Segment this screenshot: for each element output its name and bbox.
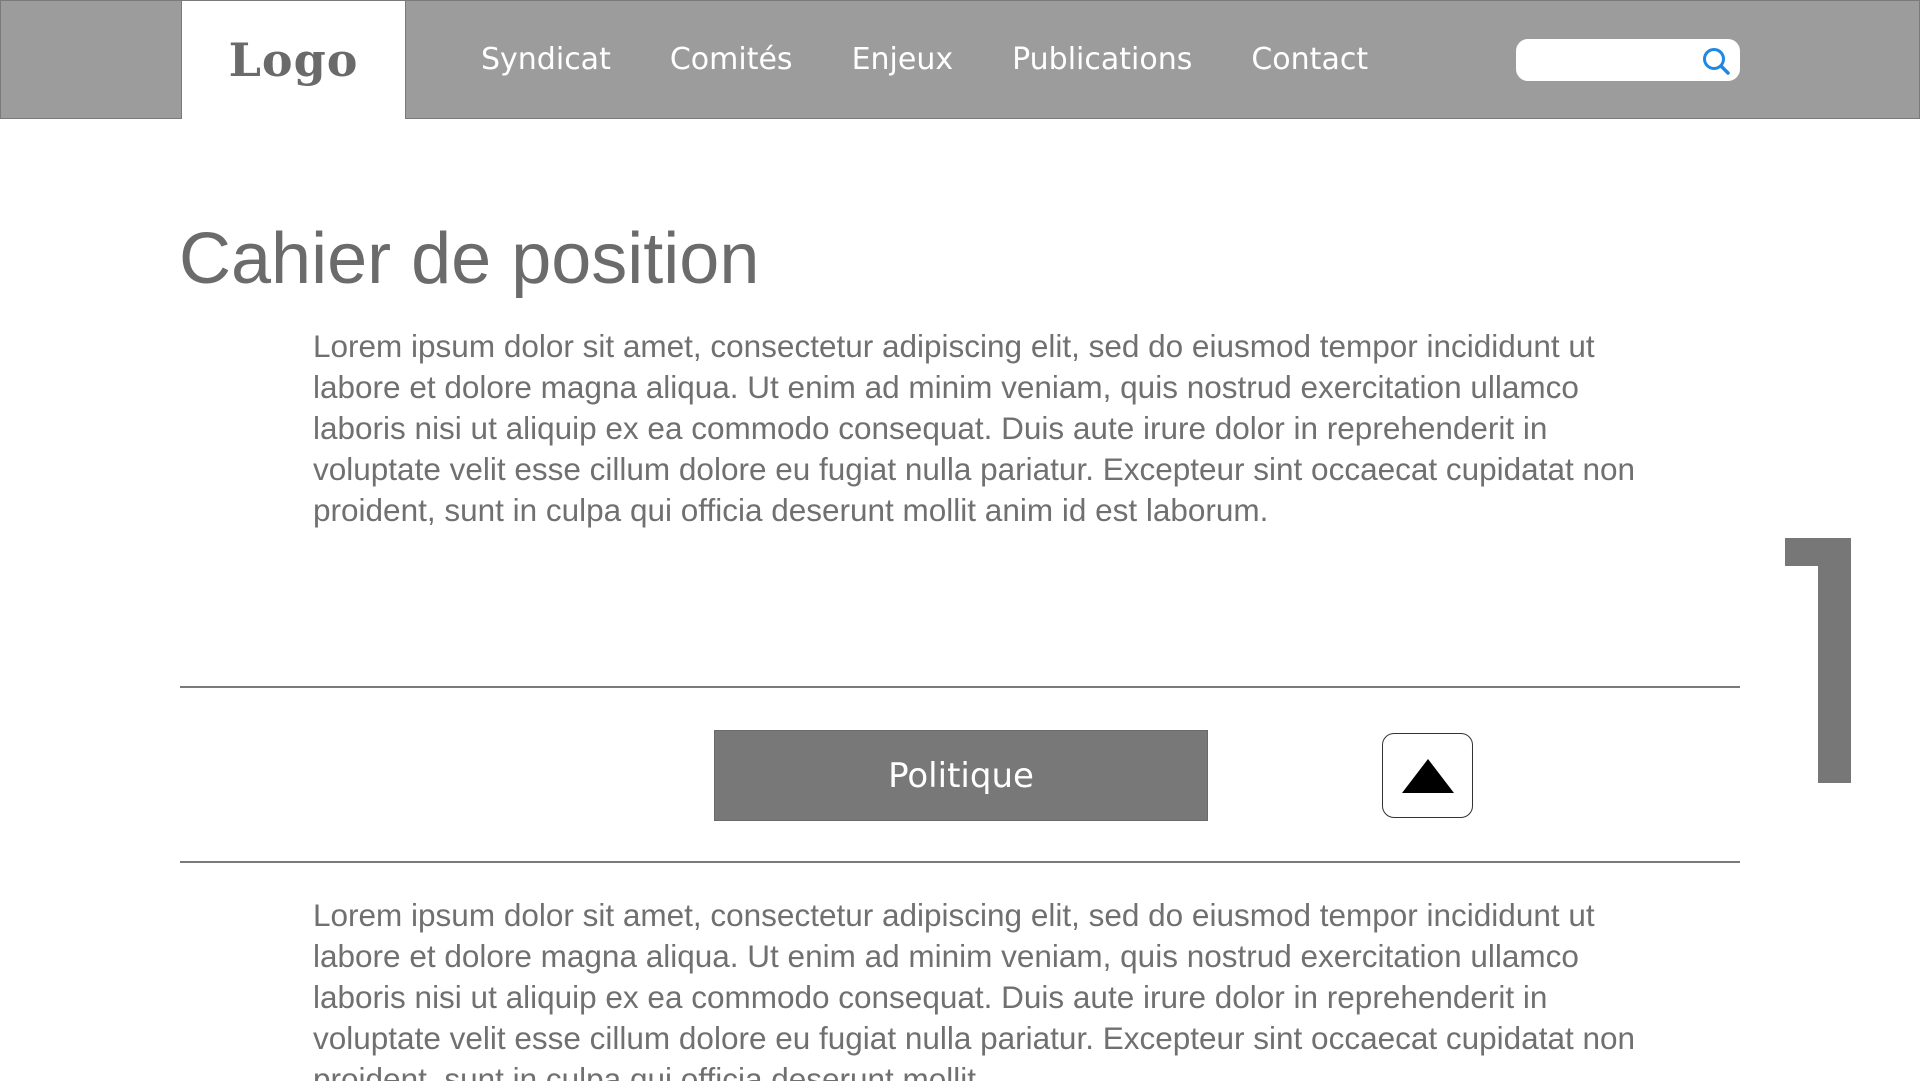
collapse-button[interactable] xyxy=(1382,733,1473,818)
site-header: Logo Syndicat Comités Enjeux Publication… xyxy=(0,0,1920,119)
divider-bottom xyxy=(180,861,1740,863)
search-box xyxy=(1516,39,1740,81)
logo: Logo xyxy=(228,33,359,87)
intro-paragraph: Lorem ipsum dolor sit amet, consectetur … xyxy=(313,328,1636,528)
nav-item-publications[interactable]: Publications xyxy=(1012,42,1192,77)
search-input[interactable] xyxy=(1530,45,1694,77)
nav-item-enjeux[interactable]: Enjeux xyxy=(852,42,954,77)
nav-item-comites[interactable]: Comités xyxy=(670,42,793,77)
main-nav: Syndicat Comités Enjeux Publications Con… xyxy=(481,1,1427,118)
logo-link[interactable]: Logo xyxy=(181,1,406,119)
page: Logo Syndicat Comités Enjeux Publication… xyxy=(0,0,1920,1081)
nav-item-contact[interactable]: Contact xyxy=(1251,42,1368,77)
politique-button[interactable]: Politique xyxy=(714,730,1208,821)
triangle-up-icon xyxy=(1401,758,1454,793)
page-title: Cahier de position xyxy=(179,219,760,299)
section-paragraph: Lorem ipsum dolor sit amet, consectetur … xyxy=(313,897,1636,1081)
search-icon[interactable] xyxy=(1700,45,1732,77)
nav-item-syndicat[interactable]: Syndicat xyxy=(481,42,611,77)
divider-top xyxy=(180,686,1740,688)
scrollbar-handle[interactable] xyxy=(1785,538,1851,783)
